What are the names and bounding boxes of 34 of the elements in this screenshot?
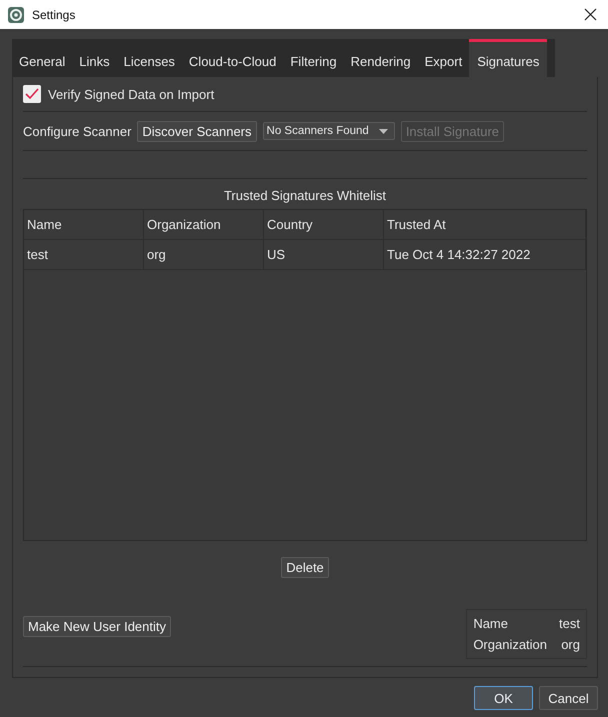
window-title: Settings bbox=[32, 8, 76, 22]
column-header[interactable]: Trusted At bbox=[384, 210, 586, 239]
close-icon[interactable] bbox=[584, 8, 597, 21]
tab[interactable]: General bbox=[12, 39, 72, 77]
scanner-dropdown[interactable]: No Scanners Found bbox=[262, 122, 395, 140]
identity-value: test bbox=[559, 616, 580, 631]
dialog-button[interactable]: Cancel bbox=[539, 686, 598, 710]
caret-icon bbox=[378, 128, 388, 134]
tab[interactable]: Export bbox=[418, 39, 470, 77]
table-cell: US bbox=[264, 240, 384, 269]
checkbox-label: Verify Signed Data on Import bbox=[48, 86, 214, 102]
table-title: Trusted Signatures Whitelist bbox=[222, 187, 388, 205]
column-header[interactable]: Organization bbox=[144, 210, 264, 239]
discover-scanners-button[interactable]: Discover Scanners bbox=[137, 120, 257, 142]
new-identity-button[interactable]: Make New User Identity bbox=[23, 616, 171, 637]
tab[interactable]: Filtering bbox=[283, 39, 344, 77]
app-icon bbox=[8, 6, 24, 22]
tab[interactable]: Links bbox=[72, 39, 117, 77]
identity-label: Name bbox=[473, 616, 509, 631]
table-cell: org bbox=[144, 240, 264, 269]
tab[interactable]: Cloud-to-Cloud bbox=[182, 39, 284, 77]
identity-label: Organization bbox=[473, 637, 548, 652]
table-cell: test bbox=[24, 240, 144, 269]
checkbox[interactable] bbox=[23, 85, 41, 103]
identity-value: org bbox=[560, 637, 580, 652]
scanner-label: Configure Scanner bbox=[23, 124, 132, 138]
dialog-button[interactable]: OK bbox=[474, 686, 533, 710]
table-cell: Tue Oct 4 14:32:27 2022 bbox=[384, 240, 586, 269]
tab[interactable]: Rendering bbox=[344, 39, 418, 77]
column-header[interactable]: Name bbox=[24, 210, 144, 239]
tab[interactable]: Licenses bbox=[116, 39, 182, 77]
delete-button[interactable]: Delete bbox=[281, 557, 329, 578]
tab[interactable]: Signatures bbox=[469, 39, 548, 77]
column-header[interactable]: Country bbox=[264, 210, 384, 239]
